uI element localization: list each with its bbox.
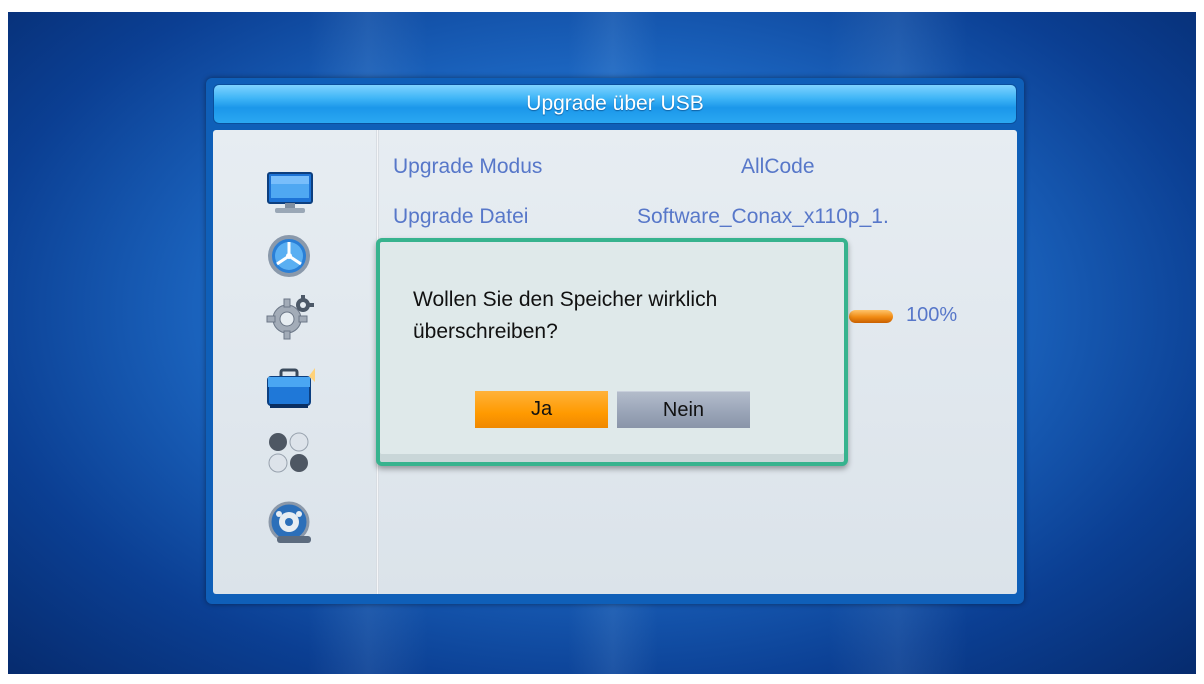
upgrade-mode-value[interactable]: AllCode: [741, 155, 815, 179]
toolbox-icon[interactable]: [265, 364, 315, 410]
window-title: Upgrade über USB: [213, 84, 1017, 124]
tv-screen: Upgrade über USB Upgrade Modus AllCode U…: [8, 12, 1196, 674]
progress-percent: 100%: [906, 304, 958, 326]
upgrade-mode-label: Upgrade Modus: [393, 155, 543, 178]
yes-button[interactable]: Ja: [475, 391, 608, 428]
dialog-message: Wollen Sie den Speicher wirklich übersch…: [413, 284, 833, 348]
dialog-message-line2: überschreiben?: [413, 320, 558, 343]
satellite-dish-icon[interactable]: [265, 234, 315, 280]
dialog-message-line1: Wollen Sie den Speicher wirklich: [413, 288, 718, 311]
confirm-overwrite-dialog: Wollen Sie den Speicher wirklich übersch…: [376, 238, 848, 466]
games-balls-icon[interactable]: [265, 430, 315, 476]
tv-monitor-icon[interactable]: [265, 170, 315, 216]
progress-bar: [849, 310, 893, 323]
media-film-reel-icon[interactable]: [265, 500, 315, 546]
upgrade-file-label: Upgrade Datei: [393, 205, 529, 228]
gear-icon[interactable]: [265, 294, 315, 340]
upgrade-file-value[interactable]: Software_Conax_x110p_1.: [637, 205, 889, 229]
no-button[interactable]: Nein: [617, 391, 750, 428]
